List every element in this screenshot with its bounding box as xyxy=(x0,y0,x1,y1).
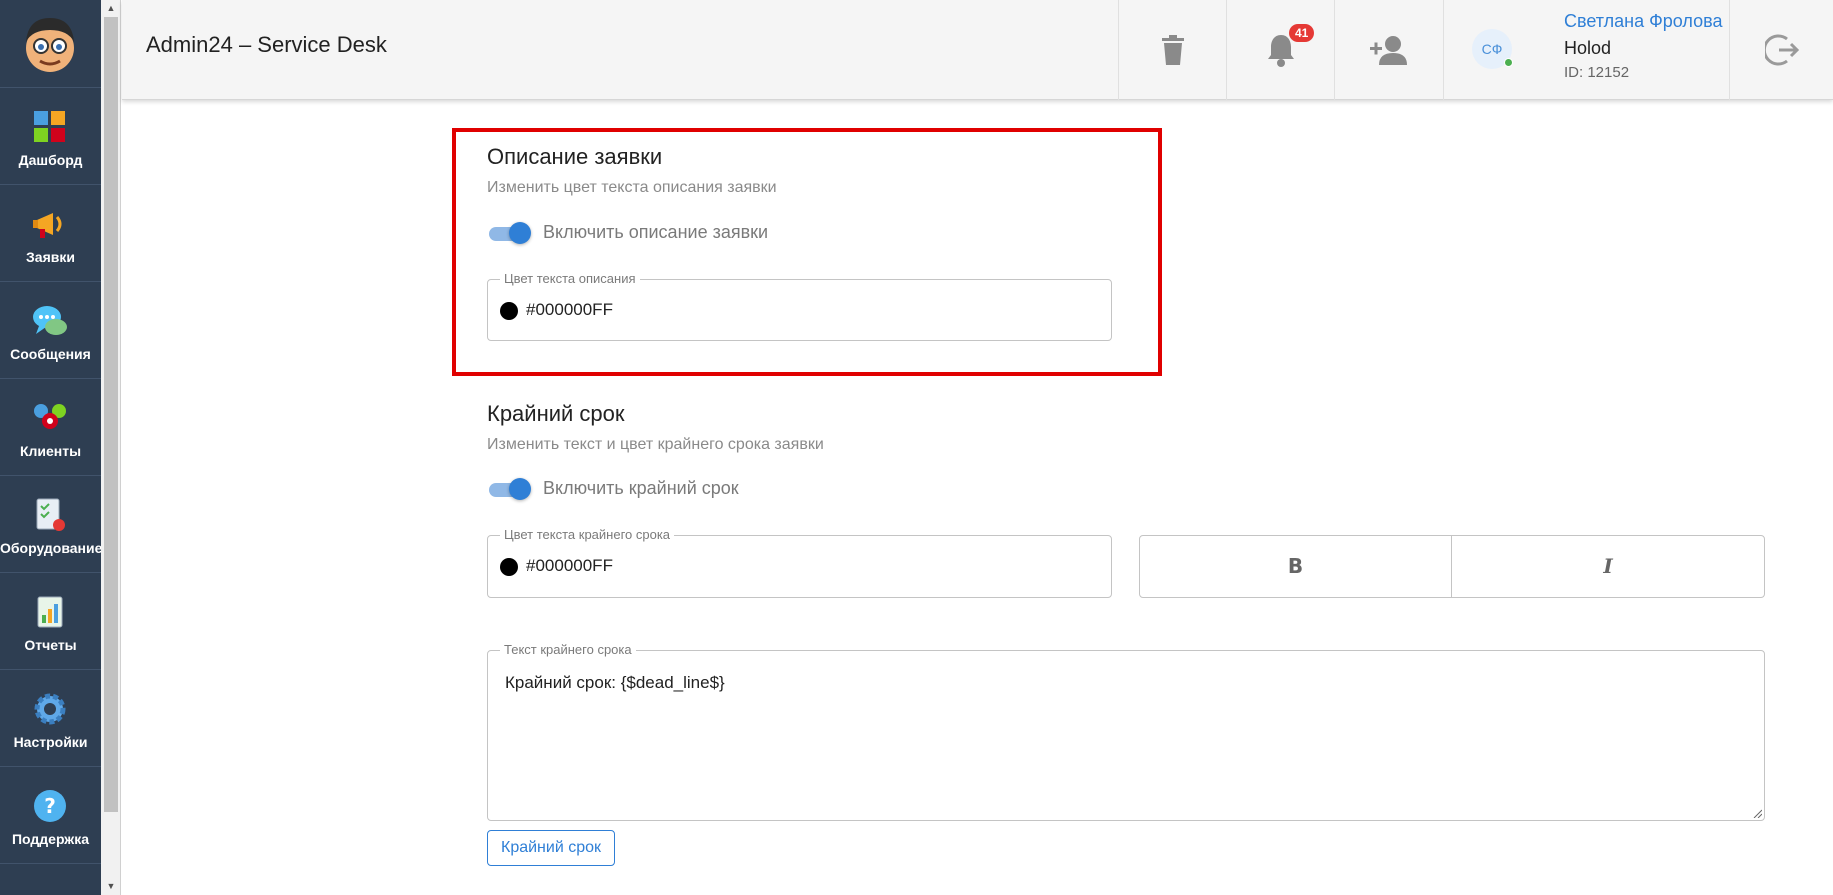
logout-button[interactable] xyxy=(1729,0,1833,100)
bold-button[interactable]: B xyxy=(1140,536,1452,597)
logout-icon xyxy=(1764,34,1799,66)
online-status-dot xyxy=(1504,58,1513,67)
sidebar-item-label: Оборудование xyxy=(0,540,103,556)
sidebar-item-label: Клиенты xyxy=(19,443,82,459)
sidebar-item-label: Поддержка xyxy=(11,831,90,847)
deadline-section-title: Крайний срок xyxy=(487,401,625,426)
color-value: #000000FF xyxy=(526,556,613,575)
sidebar-item-label: Дашборд xyxy=(18,152,83,168)
italic-button[interactable]: I xyxy=(1452,536,1764,597)
sidebar-item-messages[interactable]: Сообщения xyxy=(0,282,101,379)
sidebar-item-dashboard[interactable]: Дашборд xyxy=(0,88,101,185)
page-title: Admin24 – Service Desk xyxy=(146,32,387,57)
sidebar-item-reports[interactable]: Отчеты xyxy=(0,573,101,670)
chat-icon xyxy=(33,306,67,335)
field-legend: Текст крайнего срока xyxy=(500,642,636,657)
color-swatch[interactable] xyxy=(500,302,518,320)
scroll-down-arrow-icon[interactable]: ▼ xyxy=(101,878,121,895)
deadline-text-field[interactable]: Текст крайнего срока Крайний срок: {$dea… xyxy=(487,642,1765,821)
trash-icon xyxy=(1161,35,1184,65)
deadline-enable-toggle[interactable] xyxy=(487,478,531,500)
sidebar-item-label: Заявки xyxy=(26,249,75,265)
user-name-link[interactable]: Светлана Фролова xyxy=(1564,11,1722,32)
deadline-color-field[interactable]: Цвет текста крайнего срока #000000FF xyxy=(487,527,1112,598)
svg-text:?: ? xyxy=(44,794,56,818)
description-section-title: Описание заявки xyxy=(487,144,663,169)
insert-deadline-variable-button[interactable]: Крайний срок xyxy=(487,830,616,866)
gear-icon xyxy=(34,693,66,725)
sidebar-item-label: Сообщения xyxy=(10,346,91,362)
app-logo[interactable] xyxy=(0,0,101,88)
sidebar-item-label: Отчеты xyxy=(24,637,77,653)
megaphone-icon xyxy=(33,213,62,238)
description-section-subtitle: Изменить цвет текста описания заявки xyxy=(487,179,777,196)
sidebar-item-tickets[interactable]: Заявки xyxy=(0,185,101,282)
description-color-field[interactable]: Цвет текста описания #000000FF xyxy=(487,271,1112,341)
scrollbar-thumb[interactable] xyxy=(104,17,118,812)
description-enable-toggle[interactable] xyxy=(487,222,531,244)
deadline-text-value: Крайний срок: {$dead_line$} xyxy=(505,673,725,692)
color-swatch[interactable] xyxy=(500,558,518,576)
field-legend: Цвет текста описания xyxy=(500,271,640,286)
vertical-scrollbar[interactable]: ▲ ▼ xyxy=(101,0,121,895)
sidebar-item-clients[interactable]: Клиенты xyxy=(0,379,101,476)
toggle-knob xyxy=(509,222,531,244)
sidebar-item-settings[interactable]: Настройки xyxy=(0,670,101,767)
sidebar-item-support[interactable]: ? Поддержка xyxy=(0,767,101,864)
toggle-knob xyxy=(509,478,531,500)
mascot-logo-icon xyxy=(26,18,74,72)
user-profile[interactable]: СФ Светлана Фролова Holod ID: 12152 xyxy=(1443,0,1729,100)
sidebar-item-label: Настройки xyxy=(13,734,88,750)
color-value: #000000FF xyxy=(526,300,613,319)
text-format-toggle-group: B I xyxy=(1139,535,1765,598)
equipment-icon xyxy=(36,498,65,531)
notifications-button[interactable]: 41 xyxy=(1226,0,1334,100)
scroll-up-arrow-icon[interactable]: ▲ xyxy=(101,0,121,17)
user-id: ID: 12152 xyxy=(1564,64,1630,81)
resize-handle-icon[interactable] xyxy=(1752,808,1762,818)
trash-button[interactable] xyxy=(1118,0,1226,100)
sidebar: Дашборд Заявки Сообщения Клиенты Оборудо… xyxy=(0,0,103,895)
user-organization: Holod xyxy=(1564,38,1612,58)
add-user-button[interactable] xyxy=(1334,0,1442,100)
clients-icon xyxy=(34,404,66,429)
field-legend: Цвет текста крайнего срока xyxy=(500,527,675,542)
deadline-section-subtitle: Изменить текст и цвет крайнего срока зая… xyxy=(487,436,824,453)
add-user-icon xyxy=(1369,36,1407,65)
help-icon: ? xyxy=(34,790,66,822)
top-header: Admin24 – Service Desk 41 СФ Светлана Фр… xyxy=(122,0,1833,100)
dashboard-icon xyxy=(34,111,65,142)
description-toggle-label: Включить описание заявки xyxy=(543,222,769,242)
deadline-toggle-label: Включить крайний срок xyxy=(543,478,739,498)
sidebar-item-equipment[interactable]: Оборудование xyxy=(0,476,103,573)
reports-icon xyxy=(37,596,63,628)
notifications-count-badge: 41 xyxy=(1289,24,1315,42)
